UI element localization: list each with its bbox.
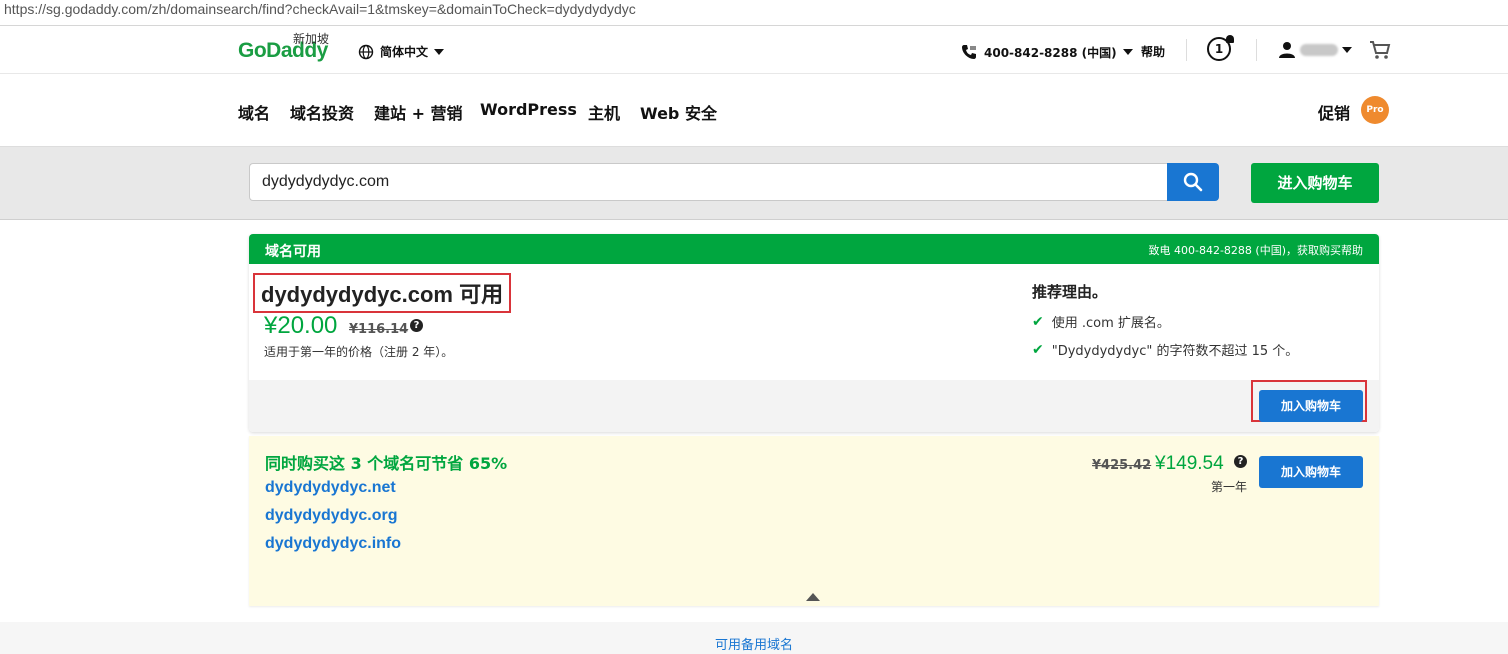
logo-region: 新加坡 bbox=[293, 32, 330, 46]
nav-item-wordpress[interactable]: WordPress bbox=[480, 100, 577, 119]
domain-result-card: 域名可用 致电 400-842-8288 (中国)，获取购买帮助 bbox=[249, 234, 1379, 432]
reason-text: "Dydydydydyc" 的字符数不超过 15 个。 bbox=[1051, 344, 1299, 359]
search-band: 进入购物车 bbox=[0, 147, 1508, 220]
nav-item-website-marketing[interactable]: 建站 + 营销 bbox=[374, 100, 463, 124]
phone-icon bbox=[962, 45, 976, 59]
promotions-link[interactable]: 促销 bbox=[1318, 100, 1350, 124]
domain-search-input[interactable] bbox=[249, 163, 1167, 201]
bundle-domain-net[interactable]: dydydydydyc.net bbox=[265, 479, 396, 497]
search-button[interactable] bbox=[1167, 163, 1219, 201]
footer-band: 可用备用域名 bbox=[0, 622, 1508, 654]
help-link[interactable]: 帮助 bbox=[1141, 43, 1165, 60]
reason-text: 使用 .com 扩展名。 bbox=[1051, 316, 1170, 331]
account-menu[interactable] bbox=[1278, 41, 1352, 59]
language-label: 简体中文 bbox=[380, 45, 429, 59]
divider bbox=[1186, 39, 1187, 61]
blurred-username bbox=[1300, 44, 1338, 56]
bundle-add-to-cart-button[interactable]: 加入购物车 bbox=[1259, 456, 1363, 488]
phone-menu[interactable]: 400-842-8288 (中国) bbox=[960, 43, 1133, 61]
check-icon: ✔ bbox=[1032, 313, 1044, 330]
phone-number: 400-842-8288 (中国) bbox=[984, 45, 1117, 60]
address-bar[interactable]: https://sg.godaddy.com/zh/domainsearch/f… bbox=[0, 0, 1508, 26]
chevron-down-icon bbox=[434, 48, 445, 55]
bundle-title: 同时购买这 3 个域名可节省 65% bbox=[265, 454, 508, 473]
check-icon: ✔ bbox=[1032, 341, 1044, 358]
question-icon[interactable]: ? bbox=[1234, 455, 1247, 468]
divider bbox=[1256, 39, 1257, 61]
main-nav: 域名 域名投资 建站 + 营销 WordPress 主机 Web 安全 促销 P… bbox=[0, 74, 1508, 147]
nav-item-web-security[interactable]: Web 安全 bbox=[640, 100, 717, 124]
alternate-domains-link[interactable]: 可用备用域名 bbox=[0, 634, 1508, 653]
cart-icon[interactable] bbox=[1369, 40, 1391, 60]
price-note: 适用于第一年的价格（注册 2 年）。 bbox=[264, 345, 454, 359]
user-icon bbox=[1279, 42, 1295, 58]
bundle-price: ¥149.54 bbox=[1155, 453, 1224, 474]
bundle-domain-info[interactable]: dydydydydyc.info bbox=[265, 535, 401, 553]
collapse-icon[interactable] bbox=[806, 593, 820, 601]
bundle-period: 第一年 bbox=[1211, 480, 1248, 494]
go-to-cart-button[interactable]: 进入购物车 bbox=[1251, 163, 1379, 203]
add-to-cart-button[interactable]: 加入购物车 bbox=[1259, 390, 1363, 422]
bell-icon bbox=[1226, 35, 1234, 43]
chevron-down-icon bbox=[1122, 49, 1133, 55]
domain-available-title: dydydydydyc.com 可用 bbox=[253, 273, 512, 313]
result-footer bbox=[249, 380, 1379, 432]
original-price: ¥116.14 bbox=[349, 322, 409, 337]
top-header: GoDaddy 新加坡 简体中文 400-842-8288 (中国) 帮助 1 bbox=[0, 27, 1508, 74]
phone-help-text: 致电 400-842-8288 (中国)，获取购买帮助 bbox=[1148, 244, 1364, 257]
bundle-domain-org[interactable]: dydydydydyc.org bbox=[265, 507, 397, 525]
result-header: 域名可用 致电 400-842-8288 (中国)，获取购买帮助 bbox=[249, 234, 1379, 264]
availability-status: 域名可用 bbox=[265, 244, 321, 260]
language-selector[interactable]: 简体中文 bbox=[358, 43, 445, 60]
reason-item: ✔ "Dydydydydyc" 的字符数不超过 15 个。 bbox=[1032, 340, 1299, 360]
pro-badge[interactable]: Pro bbox=[1361, 96, 1389, 124]
question-icon[interactable]: ? bbox=[410, 319, 423, 332]
reasons-title: 推荐理由。 bbox=[1032, 283, 1108, 301]
nav-item-hosting[interactable]: 主机 bbox=[588, 100, 620, 124]
bundle-offer: 同时购买这 3 个域名可节省 65% dydydydydyc.net dydyd… bbox=[249, 436, 1379, 606]
search-icon bbox=[1183, 172, 1203, 192]
domain-price: ¥20.00 bbox=[264, 312, 338, 339]
nav-item-domain-investing[interactable]: 域名投资 bbox=[290, 100, 354, 124]
nav-item-domains[interactable]: 域名 bbox=[238, 100, 270, 124]
reason-item: ✔ 使用 .com 扩展名。 bbox=[1032, 312, 1170, 332]
bundle-original-price: ¥425.42 bbox=[1092, 458, 1152, 473]
chevron-down-icon bbox=[1342, 47, 1352, 53]
globe-icon bbox=[358, 44, 374, 59]
